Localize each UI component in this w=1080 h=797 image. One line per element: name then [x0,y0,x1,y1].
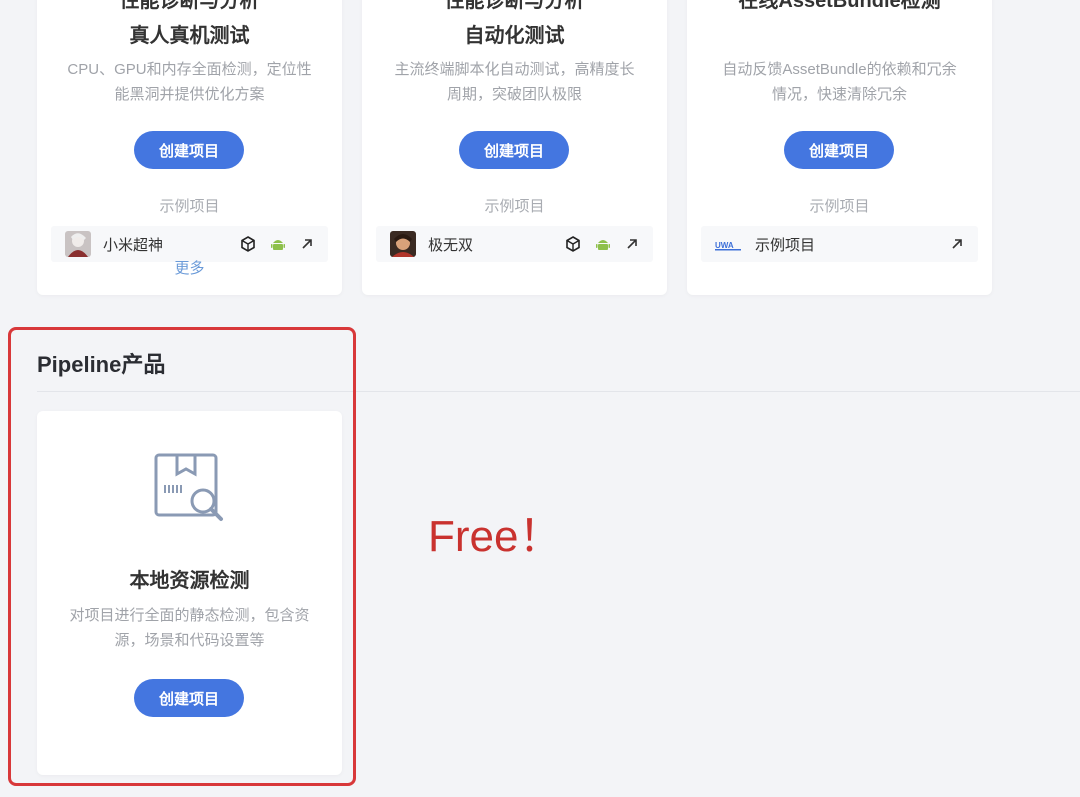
create-project-button[interactable]: 创建项目 [134,131,244,169]
product-card-real-device: 性能诊断与分析 真人真机测试 CPU、GPU和内存全面检测，定位性能黑洞并提供优… [37,0,342,295]
create-project-button[interactable]: 创建项目 [784,131,894,169]
card-title: 自动化测试 [464,25,565,47]
external-link-icon[interactable] [625,237,639,251]
card-title: 在线AssetBundle检测 [738,0,941,12]
card-title: 真人真机测试 [129,25,250,47]
highlight-annotation-box [8,327,356,786]
example-label: 示例项目 [809,198,870,215]
android-icon [595,236,611,252]
game-avatar-icon [65,231,91,257]
example-project-row[interactable]: 极无双 [376,226,653,262]
example-label: 示例项目 [484,198,545,215]
example-game-name: 极无双 [428,236,474,254]
product-card-assetbundle: 在线AssetBundle检测 自动反馈AssetBundle的依赖和冗余情况，… [687,0,992,295]
external-link-icon[interactable] [300,237,314,251]
example-project-name: 示例项目 [755,236,816,254]
game-avatar-icon [390,231,416,257]
free-annotation: Free！ [428,512,563,561]
uwa-logo: UWA [715,231,743,257]
product-card-automation: 性能诊断与分析 自动化测试 主流终端脚本化自动测试，高精度长周期，突破团队极限 … [362,0,667,295]
unity-icon [240,236,256,252]
example-label: 示例项目 [159,198,220,215]
example-project-row[interactable]: UWA 示例项目 [701,226,978,262]
create-project-button[interactable]: 创建项目 [459,131,569,169]
card-description: 自动反馈AssetBundle的依赖和冗余情况，快速清除冗余 [722,61,957,103]
android-icon [270,236,286,252]
card-description: 主流终端脚本化自动测试，高精度长周期，突破团队极限 [394,61,635,103]
unity-icon [565,236,581,252]
example-game-name: 小米超神 [103,236,164,254]
card-subtitle: 性能诊断与分析 [444,0,585,12]
more-link[interactable]: 更多 [37,257,342,278]
card-description: CPU、GPU和内存全面检测，定位性能黑洞并提供优化方案 [67,61,312,103]
svg-text:UWA: UWA [715,241,734,250]
card-subtitle: 性能诊断与分析 [119,0,260,12]
external-link-icon[interactable] [950,237,964,251]
